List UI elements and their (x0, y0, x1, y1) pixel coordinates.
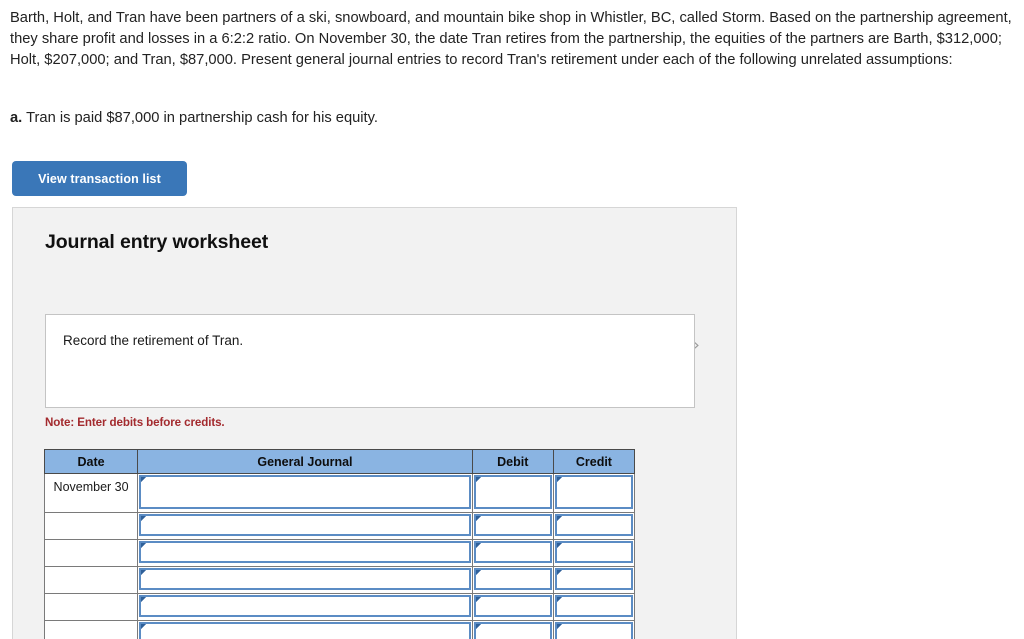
worksheet-title: Journal entry worksheet (45, 231, 269, 253)
cell-date[interactable] (43, 620, 139, 639)
cell-general-journal[interactable] (137, 539, 473, 567)
debit-input[interactable] (473, 595, 552, 617)
cell-date[interactable]: November 30 (43, 473, 139, 513)
problem-statement: Barth, Holt, and Tran have been partners… (10, 8, 1016, 71)
cell-debit[interactable] (471, 473, 554, 513)
account-title-select[interactable] (139, 595, 471, 617)
cell-date[interactable] (43, 566, 139, 594)
date-value: November 30 (53, 480, 129, 494)
cell-credit[interactable] (552, 473, 636, 513)
cell-credit[interactable] (552, 512, 636, 540)
debit-input[interactable] (473, 568, 552, 590)
table-body: November 30 (43, 473, 636, 639)
problem-text: Barth, Holt, and Tran have been partners… (10, 10, 1012, 68)
account-title-select[interactable] (139, 622, 471, 639)
cell-general-journal[interactable] (137, 620, 473, 639)
debit-input[interactable] (473, 475, 552, 509)
table-row (43, 566, 636, 594)
debit-input[interactable] (473, 541, 552, 563)
credit-input[interactable] (554, 595, 633, 617)
table-row: November 30 (43, 473, 636, 513)
column-header-date: Date (43, 449, 139, 474)
credit-input[interactable] (554, 514, 633, 536)
table-row (43, 512, 636, 540)
cell-debit[interactable] (471, 539, 554, 567)
cell-date[interactable] (43, 512, 139, 540)
cell-credit[interactable] (552, 539, 636, 567)
part-a-letter: a. (10, 110, 23, 126)
credit-input[interactable] (554, 622, 633, 639)
column-header-general-journal: General Journal (137, 449, 473, 474)
date-value (45, 513, 137, 539)
part-a-line: a. Tran is paid $87,000 in partnership c… (10, 108, 378, 128)
part-a-text: Tran is paid $87,000 in partnership cash… (26, 110, 378, 126)
view-transaction-list-button[interactable]: View transaction list (12, 161, 187, 196)
date-value (45, 540, 137, 566)
debit-input[interactable] (473, 514, 552, 536)
date-value (45, 594, 137, 620)
cell-general-journal[interactable] (137, 473, 473, 513)
date-value (45, 621, 137, 639)
cell-debit[interactable] (471, 512, 554, 540)
credit-input[interactable] (554, 475, 633, 509)
date-value (45, 567, 137, 593)
cell-general-journal[interactable] (137, 512, 473, 540)
cell-credit[interactable] (552, 593, 636, 621)
entry-description-box: Record the retirement of Tran. (45, 314, 695, 408)
cell-debit[interactable] (471, 620, 554, 639)
credit-input[interactable] (554, 541, 633, 563)
entry-description-text: Record the retirement of Tran. (63, 333, 244, 348)
cell-date[interactable] (43, 539, 139, 567)
cell-general-journal[interactable] (137, 566, 473, 594)
cell-credit[interactable] (552, 566, 636, 594)
general-journal-table: Date General Journal Debit Credit Novemb… (43, 449, 636, 639)
account-title-select[interactable] (139, 514, 471, 536)
column-header-credit: Credit (552, 449, 636, 474)
journal-entry-worksheet-panel: Journal entry worksheet ‹ › 1 Record the… (12, 207, 737, 639)
account-title-select[interactable] (139, 541, 471, 563)
cell-debit[interactable] (471, 593, 554, 621)
worksheet-tabstrip: ‹ › 1 (13, 271, 736, 378)
table-row (43, 539, 636, 567)
account-title-select[interactable] (139, 568, 471, 590)
cell-credit[interactable] (552, 620, 636, 639)
cell-debit[interactable] (471, 566, 554, 594)
credit-input[interactable] (554, 568, 633, 590)
column-header-debit: Debit (471, 449, 554, 474)
account-title-select[interactable] (139, 475, 471, 509)
table-row (43, 620, 636, 639)
debits-before-credits-note: Note: Enter debits before credits. (45, 416, 225, 429)
table-header-row: Date General Journal Debit Credit (43, 449, 636, 474)
cell-date[interactable] (43, 593, 139, 621)
table-row (43, 593, 636, 621)
cell-general-journal[interactable] (137, 593, 473, 621)
debit-input[interactable] (473, 622, 552, 639)
